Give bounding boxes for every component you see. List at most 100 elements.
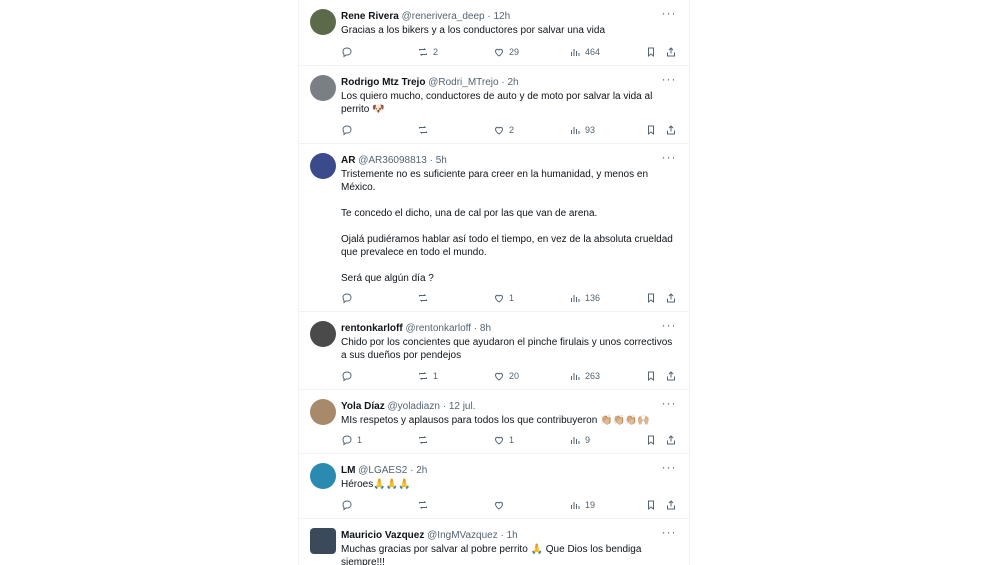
tweet-header: AR @AR36098813 · 5h [341,154,447,167]
retweet-button[interactable]: 1 [417,369,438,383]
more-icon[interactable]: ··· [661,526,677,540]
views-icon [571,49,580,56]
reply-button[interactable]: 1 [341,433,362,447]
views-icon [571,295,580,302]
share-button[interactable] [665,123,681,137]
user-handle[interactable]: @IngMVazquez [427,530,498,541]
reply-button[interactable] [341,498,357,512]
retweet-count: 1 [433,371,439,381]
views-count: 9 [585,435,591,445]
display-name[interactable]: LM [341,465,355,476]
more-icon[interactable]: ··· [661,397,677,411]
more-icon[interactable]: ··· [661,151,677,165]
tweet-header: LM @LGAES2 · 2h [341,464,427,477]
retweet-button[interactable] [417,123,433,137]
bookmark-icon [648,500,654,511]
timestamp[interactable]: 12 jul. [449,401,476,412]
views-button[interactable]: 136 [569,291,600,305]
more-icon[interactable]: ··· [661,319,677,333]
views-button[interactable]: 464 [569,45,600,59]
avatar[interactable] [310,528,336,554]
user-handle[interactable]: @AR36098813 [358,155,427,166]
user-handle[interactable]: @Rodri_MTrejo [428,77,498,88]
display-name[interactable]: Rodrigo Mtz Trejo [341,77,425,88]
views-button[interactable]: 9 [569,433,590,447]
retweet-button[interactable] [417,291,433,305]
like-button[interactable]: 20 [493,369,519,383]
bookmark-button[interactable] [645,498,661,512]
display-name[interactable]: rentonkarloff [341,323,403,334]
views-button[interactable]: 19 [569,498,595,512]
bookmark-button[interactable] [645,291,661,305]
tweet[interactable]: LM @LGAES2 · 2h ··· Héroes🙏🙏🙏 19 [299,454,689,519]
timestamp[interactable]: 1h [507,530,518,541]
user-handle[interactable]: @renerivera_deep [402,11,485,22]
avatar[interactable] [310,463,336,489]
reply-count: 1 [357,435,363,445]
views-count: 93 [585,125,596,135]
bookmark-button[interactable] [645,123,661,137]
bookmark-button[interactable] [645,369,661,383]
retweet-icon [419,48,427,56]
user-handle[interactable]: @yoladiazn [388,401,440,412]
display-name[interactable]: Yola Díaz [341,401,385,412]
more-icon[interactable]: ··· [661,461,677,475]
share-button[interactable] [665,498,681,512]
like-button[interactable]: 2 [493,123,514,137]
tweet[interactable]: AR @AR36098813 · 5h ··· Tristemente no e… [299,144,689,312]
bookmark-button[interactable] [645,433,661,447]
reply-button[interactable] [341,291,357,305]
bookmark-icon [648,47,654,58]
like-button[interactable]: 1 [493,433,514,447]
tweet[interactable]: Rodrigo Mtz Trejo @Rodri_MTrejo · 2h ···… [299,66,689,144]
avatar[interactable] [310,75,336,101]
avatar[interactable] [310,153,336,179]
like-button[interactable] [493,498,509,512]
avatar[interactable] [310,399,336,425]
separator: · [442,401,447,412]
avatar[interactable] [310,9,336,35]
views-button[interactable]: 93 [569,123,595,137]
user-handle[interactable]: @LGAES2 [358,465,407,476]
avatar[interactable] [310,321,336,347]
reply-button[interactable] [341,123,357,137]
retweet-button[interactable] [417,433,433,447]
tweet[interactable]: Mauricio Vazquez @IngMVazquez · 1h ··· M… [299,519,689,565]
share-button[interactable] [665,433,681,447]
tweet-actions: 1 136 [341,291,677,305]
timestamp[interactable]: 2h [416,465,427,476]
tweet-text: Los quiero mucho, conductores de auto y … [341,91,656,115]
display-name[interactable]: Rene Rivera [341,11,399,22]
views-button[interactable]: 263 [569,369,600,383]
reply-button[interactable] [341,45,357,59]
timestamp[interactable]: 12h [493,11,510,22]
like-button[interactable]: 1 [493,291,514,305]
share-button[interactable] [665,369,681,383]
timestamp[interactable]: 5h [436,155,447,166]
more-icon[interactable]: ··· [661,73,677,87]
tweet[interactable]: rentonkarloff @rentonkarloff · 8h ··· Ch… [299,312,689,390]
tweet-actions: 2 29 464 [341,45,677,59]
share-button[interactable] [665,45,681,59]
share-button[interactable] [665,291,681,305]
display-name[interactable]: Mauricio Vazquez [341,530,424,541]
retweet-button[interactable] [417,498,433,512]
tweet-text: Héroes🙏🙏🙏 [341,479,411,490]
like-count: 1 [509,293,515,303]
tweet-header: Rodrigo Mtz Trejo @Rodri_MTrejo · 2h [341,76,519,89]
bookmark-button[interactable] [645,45,661,59]
separator: · [501,77,505,88]
more-icon[interactable]: ··· [661,7,677,21]
tweet[interactable]: Yola Díaz @yoladiazn · 12 jul. ··· MIs r… [299,390,689,454]
user-handle[interactable]: @rentonkarloff [405,323,471,334]
timestamp[interactable]: 8h [480,323,491,334]
tweet-header: rentonkarloff @rentonkarloff · 8h [341,322,491,335]
like-button[interactable]: 29 [493,45,519,59]
timestamp[interactable]: 2h [508,77,519,88]
display-name[interactable]: AR [341,155,355,166]
tweet[interactable]: Rene Rivera @renerivera_deep · 12h ··· G… [299,0,689,66]
retweet-button[interactable]: 2 [417,45,438,59]
reply-button[interactable] [341,369,357,383]
bookmark-icon [648,371,654,382]
heart-icon [494,436,504,445]
